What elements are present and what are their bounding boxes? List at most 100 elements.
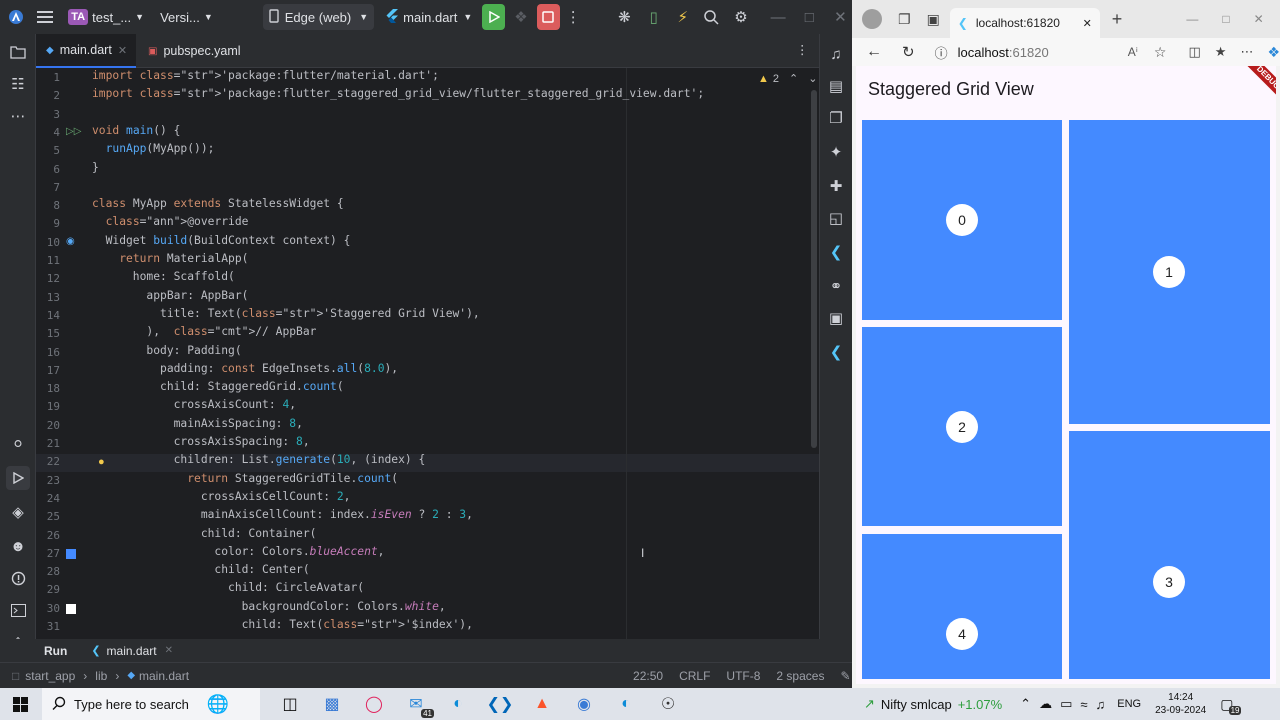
stop-button[interactable] (536, 4, 560, 30)
color-swatch-blue[interactable] (66, 549, 76, 559)
code-line[interactable]: child: CircleAvatar( (92, 579, 364, 597)
close-window-icon[interactable]: ✕ (1254, 12, 1264, 26)
split-screen-icon[interactable]: ◫ (1188, 44, 1200, 60)
code-line[interactable]: backgroundColor: Colors.white, (92, 598, 446, 616)
link-icon[interactable]: ⚭ (824, 274, 848, 298)
code-line[interactable]: Widget build(BuildContext context) { (92, 232, 351, 250)
brave-icon[interactable]: ▲ (526, 688, 558, 720)
intention-bulb-icon[interactable]: ● (98, 456, 105, 468)
favorites-icon[interactable]: ★ (1215, 44, 1227, 60)
network-icon[interactable]: ☁ (1039, 696, 1052, 712)
notification-center[interactable]: ▢ 19 (1220, 696, 1242, 715)
code-line[interactable]: padding: const EdgeInsets.all(8.0), (92, 360, 398, 378)
run-panel-config[interactable]: main.dart (107, 644, 157, 658)
project-folder-icon[interactable] (6, 40, 30, 64)
file-explorer-icon[interactable]: ▩ (316, 688, 348, 720)
clock[interactable]: 14:24 23-09-2024 (1155, 691, 1206, 717)
new-tab-icon[interactable]: + (1112, 9, 1123, 30)
code-line[interactable]: return MaterialApp( (92, 250, 248, 268)
debug-button[interactable]: ❖ (509, 4, 532, 30)
notifications-bell-icon[interactable]: ♫ (824, 42, 848, 66)
flutter-performance-icon[interactable]: ❮ (824, 340, 848, 364)
code-editor[interactable]: 1 2 3 4 5 6 7 8 9 10 11 12 13 14 15 16 17 18 19 20 21 22 23 24 2… (36, 68, 819, 639)
code-line[interactable]: class="ann">@override (92, 213, 249, 231)
tab-options-icon[interactable]: ⋮ (796, 42, 809, 57)
vcs-selector[interactable]: Versi... ▼ (154, 4, 219, 30)
run-tool-icon[interactable] (6, 466, 30, 490)
taskbar-search-box[interactable]: Type here to search 🌐 (42, 688, 260, 720)
code-line[interactable]: class MyApp extends StatelessWidget { (92, 195, 344, 213)
code-line[interactable]: ), class="cmt">// AppBar (92, 323, 316, 341)
close-window-icon[interactable]: ✕ (829, 4, 852, 30)
structure-icon[interactable]: ☷ (6, 72, 30, 96)
run-panel-label[interactable]: Run (44, 644, 67, 658)
run-button[interactable] (482, 4, 506, 30)
tab-main-dart[interactable]: ◆ main.dart ✕ (36, 34, 136, 68)
address-bar[interactable]: ⓘ localhost:61820 (935, 40, 1118, 64)
color-swatch-white[interactable] (66, 604, 76, 614)
more-actions-icon[interactable]: ⋮ (562, 4, 585, 30)
language-indicator[interactable]: ENG (1117, 698, 1141, 710)
project-selector[interactable]: TA test_... ▼ (62, 4, 150, 30)
line-separator[interactable]: CRLF (679, 669, 710, 683)
close-tab-icon[interactable]: ✕ (1083, 17, 1092, 30)
code-line[interactable]: crossAxisCount: 4, (92, 396, 296, 414)
code-line[interactable]: children: List.generate(10, (index) { (92, 451, 426, 469)
hot-reload-icon[interactable]: ⚡ (671, 4, 694, 30)
maximize-icon[interactable]: □ (1222, 12, 1229, 26)
device-manager-icon[interactable]: ▯ (642, 4, 665, 30)
logcat-icon[interactable]: ☻ (6, 534, 30, 558)
edge-dev-icon[interactable]: ◐ (610, 688, 642, 720)
battery-icon[interactable]: ▭ (1060, 696, 1072, 712)
tools-icon[interactable]: ✚ (824, 174, 848, 198)
code-line[interactable]: import class="str">'package:flutter_stag… (92, 85, 704, 103)
run-gutter-icon[interactable]: ▷▷ (66, 126, 81, 137)
read-only-lock-icon[interactable]: ✎ (840, 669, 850, 683)
code-line[interactable]: child: Center( (92, 561, 309, 579)
code-line[interactable]: title: Text(class="str">'Staggered Grid … (92, 305, 480, 323)
copilot-icon[interactable]: ❖ (1267, 44, 1280, 61)
editor-scrollbar[interactable] (811, 90, 817, 448)
screenshot-icon[interactable]: ◱ (824, 206, 848, 230)
back-icon[interactable]: ← (866, 43, 882, 61)
opera-icon[interactable]: ◯ (358, 688, 390, 720)
chrome-icon[interactable]: ☉ (652, 688, 684, 720)
flutter-inspector-icon[interactable]: ◈ (6, 500, 30, 524)
inspection-widget[interactable]: ▲ 2 ⌃ ⌄ (758, 72, 817, 86)
vscode-icon[interactable]: ❮❯ (484, 688, 516, 720)
attach-debugger-icon[interactable]: ❋ (613, 4, 636, 30)
task-view-icon[interactable]: ◫ (274, 688, 306, 720)
stock-widget[interactable]: ↗ Nifty smlcap +1.07% (864, 696, 1002, 712)
device-manager-rail-icon[interactable]: ▤ (824, 74, 848, 98)
close-tab-icon[interactable]: ✕ (118, 44, 127, 57)
flutter-outline-icon[interactable]: ❮ (824, 240, 848, 264)
file-encoding[interactable]: UTF-8 (726, 669, 760, 683)
favorite-star-icon[interactable]: ☆ (1154, 44, 1167, 61)
windows-start-icon[interactable] (4, 688, 36, 720)
profile-avatar[interactable] (862, 9, 882, 29)
code-line[interactable]: home: Scaffold( (92, 268, 235, 286)
site-info-icon[interactable]: ⓘ (935, 43, 948, 62)
indent-setting[interactable]: 2 spaces (776, 669, 824, 683)
code-line[interactable]: mainAxisSpacing: 8, (92, 415, 303, 433)
problems-icon[interactable] (6, 566, 30, 590)
code-line[interactable]: child: Text(class="str">'$index'), (92, 616, 473, 634)
chevron-up-icon[interactable]: ⌃ (789, 72, 798, 85)
code-line[interactable]: crossAxisCellCount: 2, (92, 488, 351, 506)
more-options-icon[interactable]: ⋯ (1240, 44, 1253, 60)
chevron-down-icon[interactable]: ⌄ (808, 72, 817, 85)
code-line[interactable]: void main() { (92, 122, 180, 140)
override-gutter-icon[interactable]: ◉ (66, 236, 75, 247)
layout-inspector-icon[interactable]: ▣ (824, 306, 848, 330)
code-line[interactable]: mainAxisCellCount: index.isEven ? 2 : 3, (92, 506, 473, 524)
code-line[interactable]: child: StaggeredGrid.count( (92, 378, 344, 396)
terminal-icon[interactable] (6, 598, 30, 622)
run-config-selector[interactable]: main.dart ▼ (380, 4, 478, 30)
read-aloud-icon[interactable]: Aⁱ (1128, 45, 1138, 59)
show-hidden-icons-icon[interactable]: ⌃ (1020, 696, 1031, 712)
code-line[interactable]: body: Padding( (92, 342, 241, 360)
code-line[interactable]: child: Container( (92, 525, 317, 543)
volume-icon[interactable]: ♫ (1096, 697, 1106, 712)
workspaces-icon[interactable]: ❐ (898, 11, 911, 28)
code-line[interactable]: import class="str">'package:flutter/mate… (92, 68, 439, 85)
